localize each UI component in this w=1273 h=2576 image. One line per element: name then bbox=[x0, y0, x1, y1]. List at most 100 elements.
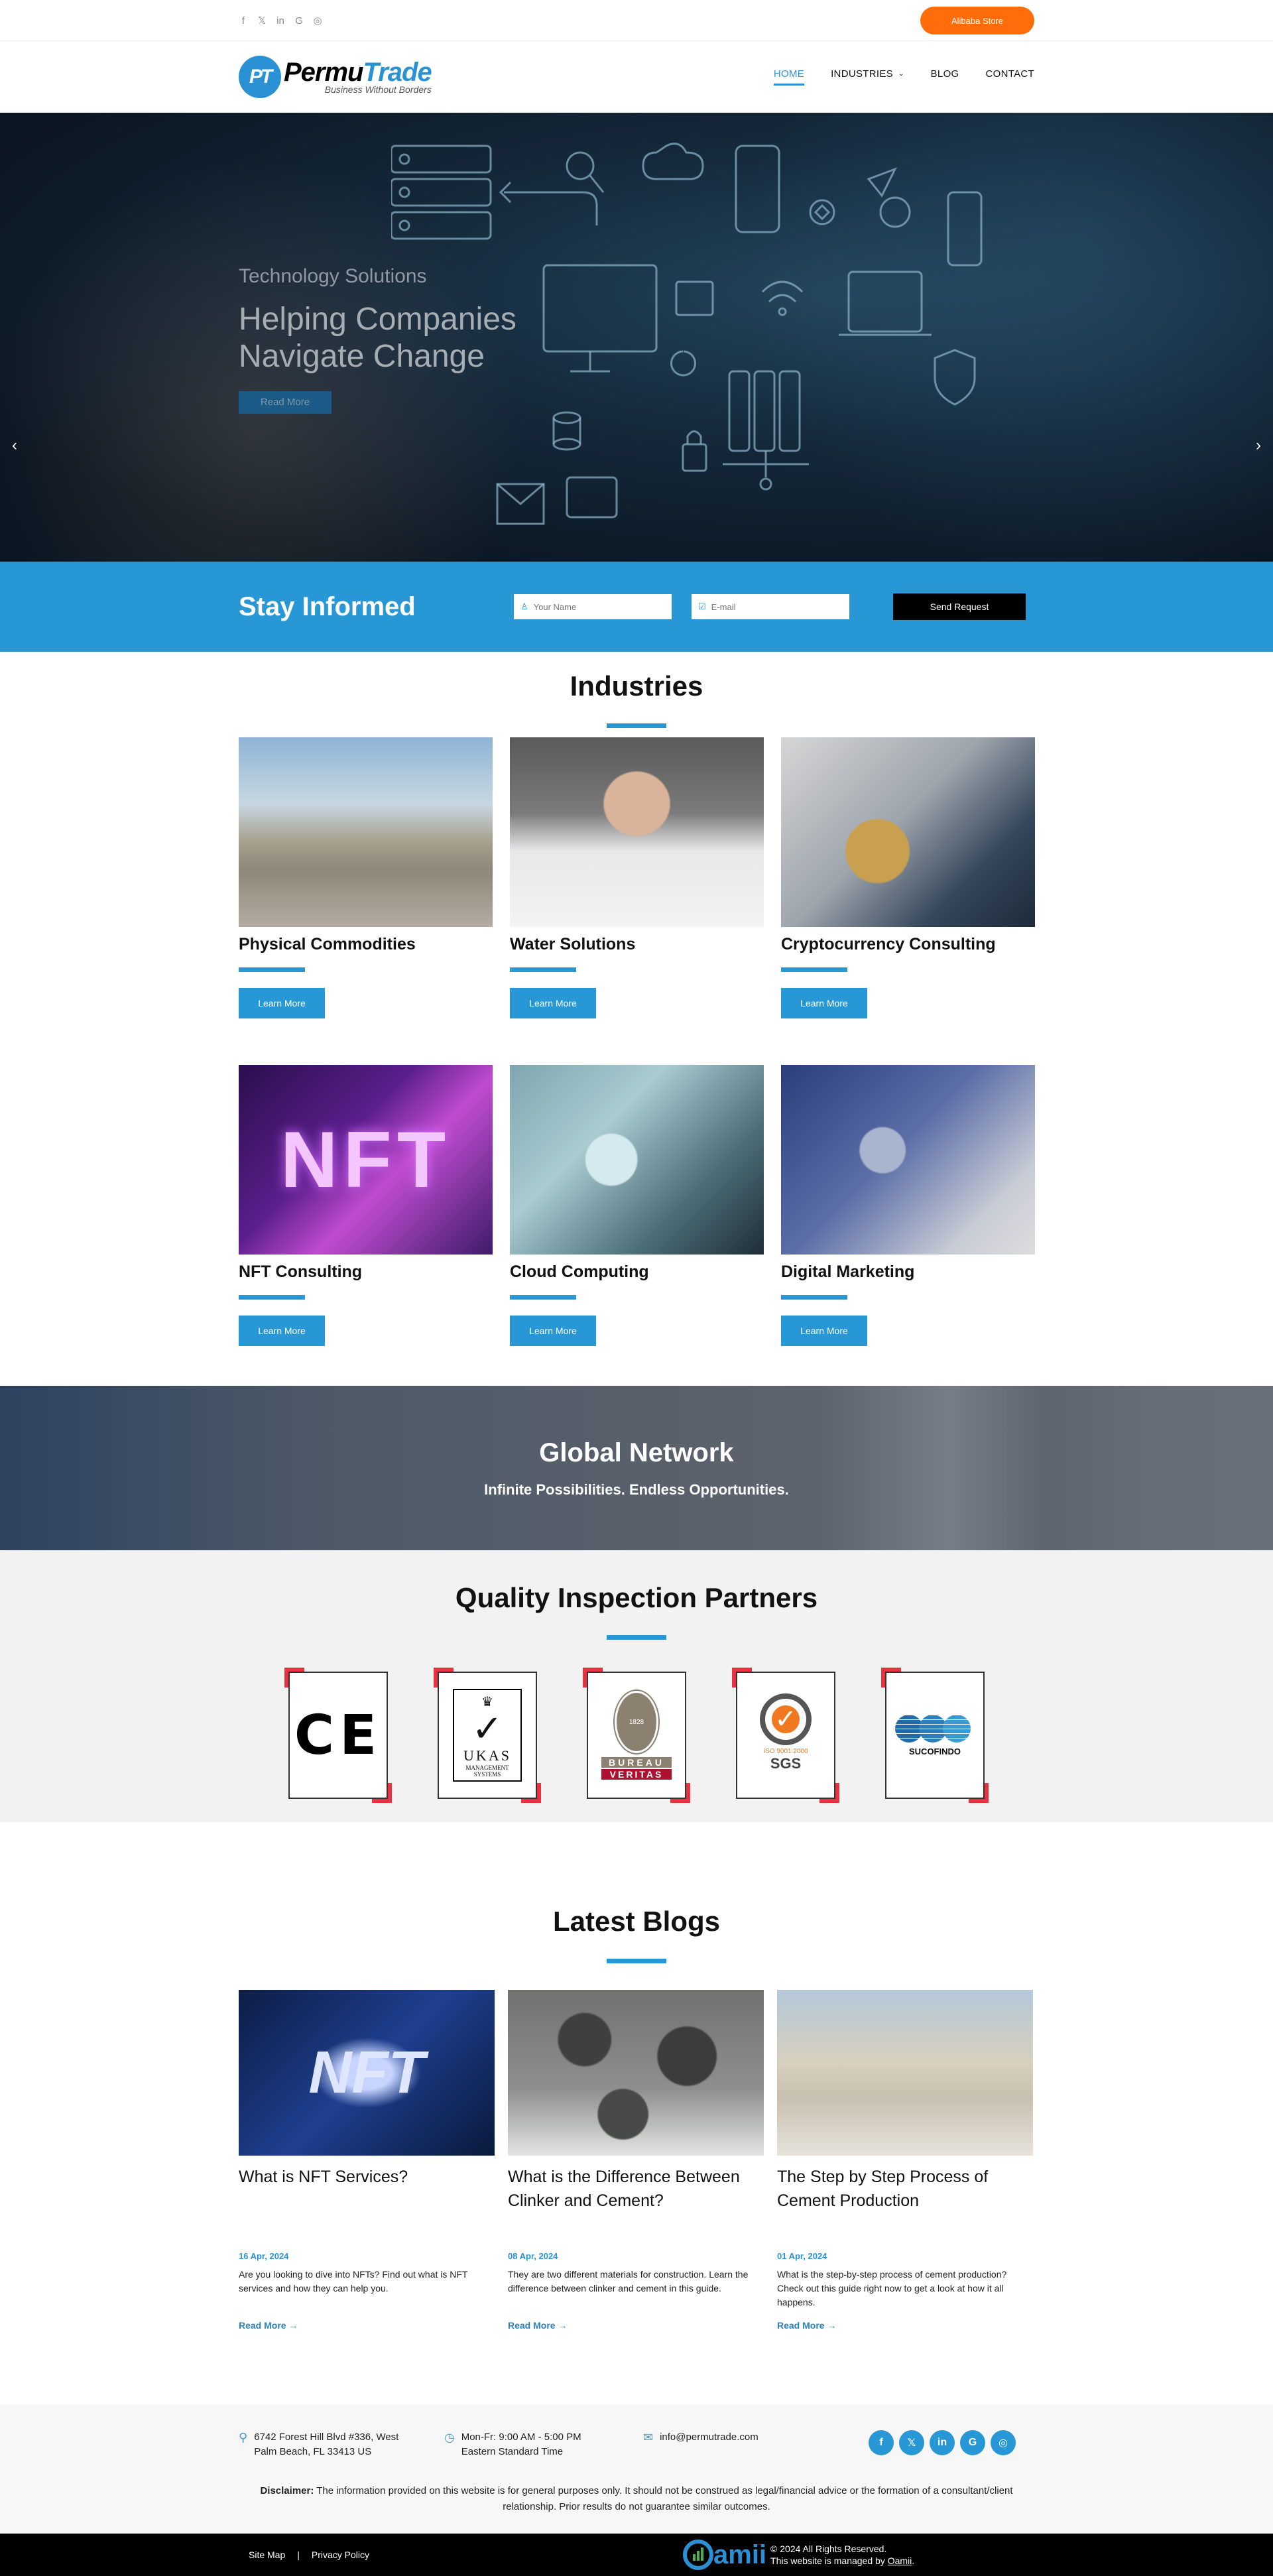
facebook-icon[interactable]: f bbox=[239, 15, 248, 27]
disclaimer-label: Disclaimer: bbox=[260, 2485, 314, 2496]
industries-title: Industries bbox=[570, 670, 703, 702]
ukas-logo: ♛ ✓ UKAS MANAGEMENT SYSTEMS bbox=[453, 1689, 522, 1782]
footer-contact-row: ⚲ 6742 Forest Hill Blvd #336, West Palm B… bbox=[239, 2430, 1034, 2459]
learn-more-button[interactable]: Learn More bbox=[781, 1316, 867, 1346]
nav-industries[interactable]: INDUSTRIES ⌄ bbox=[831, 68, 904, 86]
partner-ce[interactable]: CE bbox=[284, 1668, 392, 1803]
learn-more-button[interactable]: Learn More bbox=[239, 988, 325, 1018]
nav-contact-label: CONTACT bbox=[985, 68, 1034, 80]
industry-title[interactable]: Cloud Computing bbox=[510, 1262, 764, 1282]
copyright-line: © 2024 All Rights Reserved. bbox=[770, 2544, 887, 2554]
linkedin-icon[interactable]: in bbox=[276, 15, 285, 27]
logo-wordmark: PermuTrade bbox=[284, 59, 432, 86]
learn-more-button[interactable]: Learn More bbox=[781, 988, 867, 1018]
industry-image-digital-icons[interactable] bbox=[781, 1065, 1035, 1255]
partner-sgs[interactable]: ✓ ISO 9001:2000 SGS bbox=[732, 1668, 839, 1803]
oamii-wordmark: amii bbox=[713, 2540, 767, 2569]
blog-image-cement-plant[interactable] bbox=[777, 1990, 1033, 2156]
name-input[interactable] bbox=[533, 601, 666, 612]
industry-card-physical-commodities: Physical Commodities Learn More bbox=[239, 737, 493, 1018]
oamii-logo[interactable]: amii bbox=[683, 2540, 766, 2570]
logo[interactable]: PT PermuTrade Business Without Borders bbox=[239, 56, 432, 98]
agency-credit: amii © 2024 All Rights Reserved. This we… bbox=[683, 2540, 914, 2570]
blog-card: What is the Difference Between Clinker a… bbox=[508, 1990, 764, 2332]
industry-image-bitcoin[interactable] bbox=[781, 737, 1035, 927]
industry-title[interactable]: Water Solutions bbox=[510, 935, 764, 954]
x-twitter-icon[interactable]: 𝕏 bbox=[899, 2430, 924, 2455]
x-twitter-icon[interactable]: 𝕏 bbox=[257, 15, 267, 27]
email-link[interactable]: info@permutrade.com bbox=[660, 2430, 758, 2445]
blogs-title: Latest Blogs bbox=[552, 1906, 721, 1937]
managed-by-line: This website is managed by Oamii. bbox=[770, 2555, 914, 2567]
read-more-link[interactable]: Read More → bbox=[239, 2320, 298, 2331]
blog-excerpt: What is the step-by-step process of ceme… bbox=[777, 2269, 1007, 2307]
name-field[interactable]: ♙ bbox=[514, 594, 672, 619]
email-field[interactable]: ☑ bbox=[692, 594, 849, 619]
bar-chart-icon bbox=[683, 2540, 713, 2570]
nav-blog[interactable]: BLOG bbox=[931, 68, 959, 86]
email-checkbox-icon: ☑ bbox=[698, 601, 706, 611]
alibaba-store-button[interactable]: Alibaba Store bbox=[920, 7, 1034, 34]
send-request-button[interactable]: Send Request bbox=[893, 593, 1026, 620]
blog-title[interactable]: What is the Difference Between Clinker a… bbox=[508, 2165, 764, 2238]
learn-more-button[interactable]: Learn More bbox=[510, 1316, 596, 1346]
nft-neon-text: NFT bbox=[280, 1115, 452, 1204]
industry-underline bbox=[781, 967, 847, 972]
nav-home[interactable]: HOME bbox=[773, 68, 805, 86]
site-map-link[interactable]: Site Map bbox=[249, 2549, 285, 2560]
learn-more-button[interactable]: Learn More bbox=[239, 1316, 325, 1346]
learn-more-button[interactable]: Learn More bbox=[510, 988, 596, 1018]
industry-image-water-glass[interactable] bbox=[510, 737, 764, 927]
google-icon[interactable]: G bbox=[960, 2430, 985, 2455]
blog-excerpt: They are two different materials for con… bbox=[508, 2269, 749, 2294]
slider-prev-icon[interactable]: ‹ bbox=[12, 436, 17, 455]
link-separator: | bbox=[297, 2549, 300, 2560]
industry-title[interactable]: Cryptocurrency Consulting bbox=[781, 935, 1035, 954]
industry-title[interactable]: NFT Consulting bbox=[239, 1262, 493, 1282]
google-icon[interactable]: G bbox=[294, 15, 304, 27]
logo-word-permu: Permu bbox=[284, 58, 363, 87]
industry-card-cloud-computing: Cloud Computing Learn More bbox=[510, 1065, 764, 1346]
partner-bureau-veritas[interactable]: 1828 BUREAU VERITAS bbox=[583, 1668, 690, 1803]
email-input[interactable] bbox=[711, 601, 844, 612]
industry-underline bbox=[510, 1295, 576, 1300]
logo-word-trade: Trade bbox=[363, 58, 432, 87]
slider-next-icon[interactable]: › bbox=[1256, 436, 1261, 455]
read-more-link[interactable]: Read More → bbox=[777, 2320, 836, 2331]
sucofindo-name: SUCOFINDO bbox=[909, 1746, 961, 1756]
blog-image-nft[interactable]: NFT bbox=[239, 1990, 495, 2156]
global-network-title: Global Network bbox=[539, 1438, 734, 1467]
blog-title[interactable]: What is NFT Services? bbox=[239, 2165, 495, 2238]
partner-sucofindo[interactable]: SUCOFINDO bbox=[881, 1668, 989, 1803]
industry-image-quarry[interactable] bbox=[239, 737, 493, 927]
instagram-icon[interactable]: ◎ bbox=[313, 15, 322, 27]
hours-line-2: Eastern Standard Time bbox=[461, 2446, 564, 2457]
facebook-icon[interactable]: f bbox=[869, 2430, 894, 2455]
managed-prefix: This website is managed by bbox=[770, 2555, 888, 2566]
chevron-down-icon: ⌄ bbox=[898, 70, 904, 78]
hero-read-more-button[interactable]: Read More bbox=[239, 391, 332, 414]
read-more-link[interactable]: Read More → bbox=[508, 2320, 567, 2331]
footer: ⚲ 6742 Forest Hill Blvd #336, West Palm B… bbox=[0, 2405, 1273, 2534]
industry-title[interactable]: Digital Marketing bbox=[781, 1262, 1035, 1282]
corner-accent bbox=[819, 1783, 839, 1803]
logo-text: PermuTrade Business Without Borders bbox=[284, 59, 432, 95]
sgs-check-icon: ✓ bbox=[760, 1693, 812, 1745]
blog-date: 16 Apr, 2024 bbox=[239, 2251, 289, 2261]
industry-title[interactable]: Physical Commodities bbox=[239, 935, 493, 954]
hours-line-1: Mon-Fr: 9:00 AM - 5:00 PM bbox=[461, 2431, 581, 2443]
blog-image-clinker[interactable] bbox=[508, 1990, 764, 2156]
oamii-link[interactable]: Oamii bbox=[888, 2555, 912, 2566]
blog-card: NFT What is NFT Services? 16 Apr, 2024 A… bbox=[239, 1990, 495, 2332]
nav-contact[interactable]: CONTACT bbox=[986, 68, 1034, 86]
title-underline bbox=[607, 723, 666, 728]
industry-image-cloud-interface[interactable] bbox=[510, 1065, 764, 1255]
industry-image-nft-neon[interactable]: NFT bbox=[239, 1065, 493, 1255]
linkedin-icon[interactable]: in bbox=[930, 2430, 955, 2455]
blog-title[interactable]: The Step by Step Process of Cement Produ… bbox=[777, 2165, 1033, 2238]
privacy-policy-link[interactable]: Privacy Policy bbox=[312, 2549, 369, 2560]
instagram-icon[interactable]: ◎ bbox=[991, 2430, 1016, 2455]
corner-accent bbox=[969, 1783, 989, 1803]
ukas-subtitle: MANAGEMENT SYSTEMS bbox=[465, 1764, 509, 1778]
partner-ukas[interactable]: ♛ ✓ UKAS MANAGEMENT SYSTEMS bbox=[434, 1668, 541, 1803]
